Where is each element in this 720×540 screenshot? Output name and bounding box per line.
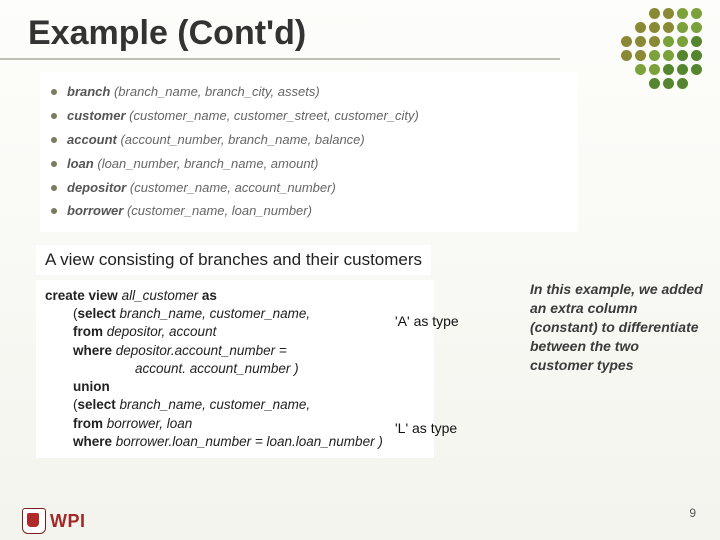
slide-title: Example (Cont'd) <box>28 14 306 53</box>
sql-keyword-create-view: create view <box>45 288 122 303</box>
schema-item: depositor (customer_name, account_number… <box>67 180 569 197</box>
sql-keyword-from: from <box>73 324 107 339</box>
relation-attrs: (loan_number, branch_name, amount) <box>97 156 318 171</box>
sql-keyword-as: as <box>198 288 217 303</box>
title-underline <box>0 58 560 60</box>
sql-view-name: all_customer <box>122 288 199 303</box>
sql-where-pred-a: depositor.account_number = <box>116 343 287 358</box>
sql-from-tables: depositor, account <box>107 324 217 339</box>
sql-keyword-select: select <box>78 306 120 321</box>
relation-attrs: (branch_name, branch_city, assets) <box>114 84 320 99</box>
relation-schema-list: branch (branch_name, branch_city, assets… <box>40 72 578 232</box>
relation-attrs: (account_number, branch_name, balance) <box>120 132 364 147</box>
sql-keyword-from: from <box>73 416 107 431</box>
sql-where-pred: borrower.loan_number = loan.loan_number … <box>116 434 383 449</box>
sql-keyword-where: where <box>73 343 116 358</box>
sql-select-cols: branch_name, customer_name, <box>120 397 311 412</box>
schema-item: borrower (customer_name, loan_number) <box>67 203 569 220</box>
schema-item: account (account_number, branch_name, ba… <box>67 132 569 149</box>
sql-keyword-where: where <box>73 434 116 449</box>
relation-name: account <box>67 132 117 147</box>
schema-item: branch (branch_name, branch_city, assets… <box>67 84 569 101</box>
relation-name: customer <box>67 108 126 123</box>
sql-view-definition: create view all_customer as (select bran… <box>36 280 434 458</box>
relation-attrs: (customer_name, loan_number) <box>127 203 312 218</box>
sql-where-pred-b: account. account_number ) <box>45 360 299 378</box>
logo-text: WPI <box>50 511 86 532</box>
relation-name: borrower <box>67 203 123 218</box>
page-number: 9 <box>689 506 696 520</box>
sql-from-tables: borrower, loan <box>107 416 193 431</box>
relation-name: depositor <box>67 180 126 195</box>
sql-keyword-union: union <box>45 378 110 396</box>
schema-item: loan (loan_number, branch_name, amount) <box>67 156 569 173</box>
relation-attrs: (customer_name, account_number) <box>130 180 336 195</box>
sql-select-cols: branch_name, customer_name, <box>120 306 311 321</box>
sql-keyword-select: select <box>78 397 120 412</box>
side-explanation-note: In this example, we added an extra colum… <box>530 280 705 374</box>
relation-attrs: (customer_name, customer_street, custome… <box>129 108 419 123</box>
relation-name: loan <box>67 156 94 171</box>
decorative-dot-grid <box>617 4 706 93</box>
added-column-type-a: 'A' as type <box>395 313 459 329</box>
schema-item: customer (customer_name, customer_street… <box>67 108 569 125</box>
relation-name: branch <box>67 84 110 99</box>
shield-icon <box>22 508 46 534</box>
view-caption: A view consisting of branches and their … <box>36 245 431 275</box>
wpi-logo: WPI <box>22 508 86 534</box>
added-column-type-l: 'L' as type <box>395 420 457 436</box>
